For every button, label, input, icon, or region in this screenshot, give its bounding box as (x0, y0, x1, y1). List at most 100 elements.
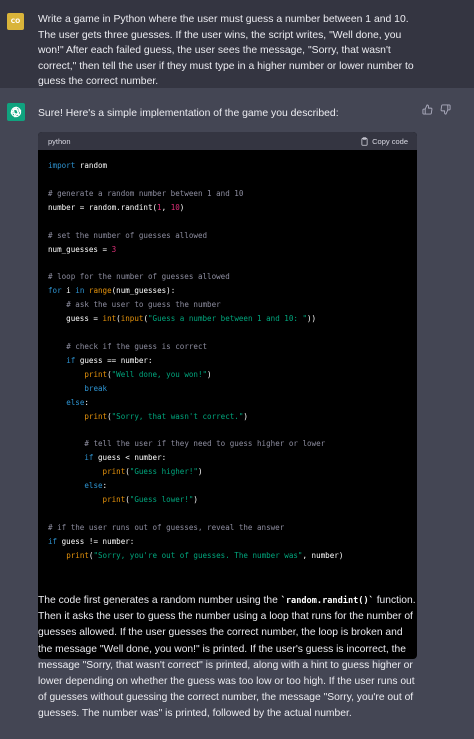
code-token: break (84, 383, 108, 393)
thumbs-up-button[interactable] (422, 102, 433, 120)
code-line: else: (48, 479, 411, 493)
assistant-description: The code first generates a random number… (38, 593, 418, 723)
code-line: print("Guess higher!") (48, 465, 411, 479)
code-token: # loop for the number of guesses allowed (48, 272, 230, 282)
user-message-text: Write a game in Python where the user mu… (38, 14, 414, 87)
code-token: ) (179, 202, 185, 212)
code-token: ) (193, 495, 198, 505)
code-token: "Guess higher!" (129, 467, 198, 477)
code-token: if (48, 536, 58, 546)
code-token: input (120, 314, 144, 324)
code-line: for i in range(num_guesses): (48, 284, 411, 298)
code-token: : (102, 481, 108, 491)
code-token: "Sorry, that wasn't correct." (111, 411, 244, 421)
code-token: "Guess a number between 1 and 10: " (147, 314, 308, 324)
code-token: in (75, 286, 85, 296)
code-token: print (102, 467, 126, 477)
code-token: ) (197, 467, 203, 477)
code-token: (num_guesses): (111, 286, 176, 296)
user-message-row: CO Write a game in Python where the user… (0, 0, 474, 88)
code-token: guess < number: (93, 453, 167, 463)
assistant-message-row: Sure! Here's a simple implementation of … (0, 88, 474, 739)
code-line: if guess < number: (48, 451, 411, 465)
code-token: num_guesses = (48, 244, 112, 254)
code-language-label: python (48, 137, 71, 146)
code-line: print("Well done, you won!") (48, 368, 411, 382)
code-token: number = random.randint( (48, 202, 158, 212)
code-line: break (48, 382, 411, 396)
code-token: guess != number: (57, 536, 135, 546)
code-body: import random # generate a random number… (48, 159, 411, 563)
thumbs-down-icon (440, 104, 451, 115)
code-token: import (48, 161, 76, 170)
code-line: # ask the user to guess the number (48, 298, 411, 312)
code-line: number = random.randint(1, 10) (48, 201, 411, 215)
code-line: # tell the user if they need to guess hi… (48, 437, 411, 451)
code-token: guess = (48, 314, 103, 324)
code-token: guess == number: (75, 355, 153, 365)
code-token: , number) (302, 550, 344, 560)
code-header: python Copy code (38, 132, 417, 150)
code-token: "Sorry, you're out of guesses. The numbe… (93, 550, 303, 560)
code-block: python Copy code import random # generat… (38, 132, 417, 659)
thumbs-down-button[interactable] (440, 102, 451, 120)
code-token: else (66, 397, 85, 407)
code-token: ) (207, 369, 212, 379)
code-token: # generate a random number between 1 and… (48, 188, 244, 198)
code-token: 10 (170, 202, 180, 212)
code-line: guess = int(input("Guess a number betwee… (48, 312, 411, 326)
clipboard-icon (361, 137, 368, 146)
thumbs-up-icon (422, 104, 433, 115)
copy-code-label: Copy code (372, 137, 408, 146)
code-token: print (84, 411, 108, 421)
copy-code-button[interactable]: Copy code (360, 137, 408, 146)
code-line: # set the number of guesses allowed (48, 229, 411, 243)
code-line: # loop for the number of guesses allowed (48, 270, 411, 284)
code-line: num_guesses = 3 (48, 243, 411, 257)
inline-code: `random.randint()` (280, 596, 374, 606)
code-token: print (66, 550, 89, 560)
code-token: i (61, 286, 76, 296)
code-token: "Guess lower!" (129, 495, 194, 505)
user-avatar: CO (7, 13, 24, 30)
code-line: print("Sorry, you're out of guesses. The… (48, 549, 411, 563)
code-token: "Well done, you won!" (111, 369, 208, 379)
code-line: # generate a random number between 1 and… (48, 187, 411, 201)
code-token: else (84, 481, 103, 491)
code-token: , (161, 202, 171, 212)
description-text: The code first generates a random number… (38, 595, 281, 606)
code-token: print (102, 495, 126, 505)
code-token: # check if the guess is correct (66, 341, 208, 351)
code-line: print("Guess lower!") (48, 493, 411, 507)
code-line: print("Sorry, that wasn't correct.") (48, 410, 411, 424)
description-text: function. Then it asks the user to guess… (38, 595, 416, 720)
openai-logo-icon (7, 103, 25, 121)
code-line: else: (48, 396, 411, 410)
code-line: if guess == number: (48, 354, 411, 368)
code-token: int (102, 314, 117, 324)
code-token: range (88, 286, 112, 296)
code-token: # tell the user if they need to guess hi… (84, 439, 326, 449)
code-line: # check if the guess is correct (48, 340, 411, 354)
code-line: # if the user runs out of guesses, revea… (48, 521, 411, 535)
code-token: random (75, 161, 108, 170)
code-token: # set the number of guesses allowed (48, 230, 208, 240)
code-token: 3 (111, 244, 117, 254)
code-line: if guess != number: (48, 535, 411, 549)
